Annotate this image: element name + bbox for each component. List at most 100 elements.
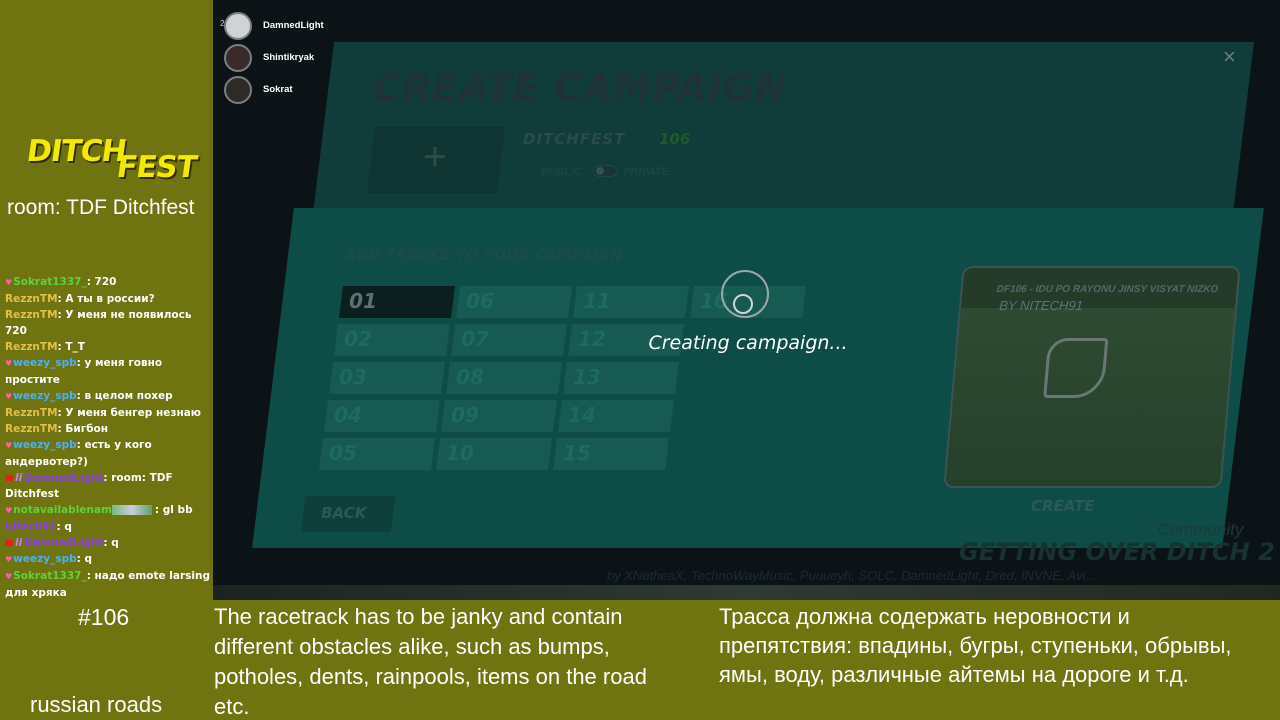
track-slot-08[interactable]: 08 [446,362,562,394]
track-slot-number: 06 [466,289,494,313]
chat-username[interactable]: RezznTM [5,309,58,321]
chat-username[interactable]: weezy_spb [13,390,76,402]
player-row: Shintikryak [220,44,420,74]
chat-text: : q [103,537,119,549]
ditchfest-logo: DITCH FEST [25,134,199,185]
track-slot-number: 08 [456,365,484,389]
chat-text: : T_T [57,341,85,353]
track-slot-number: 13 [573,365,601,389]
youtube-badge-icon [5,540,13,546]
chat-text: : 720 [86,276,117,288]
chat-text: : Бигбон [57,423,109,435]
track-slot-05[interactable]: 05 [319,438,435,470]
chat-message: li DamnedLight: room: TDF Ditchfest [5,470,210,502]
track-slot-02[interactable]: 02 [334,324,450,356]
track-slot-number: 14 [568,403,596,427]
episode-theme: russian roads [30,692,163,717]
track-slot-number: 04 [334,403,362,427]
chat-username[interactable]: DamnedLight [24,537,103,549]
player-row: 2 DamnedLight [220,12,420,42]
avatar [224,76,252,104]
track-slot-07[interactable]: 07 [451,324,567,356]
chat-username[interactable]: Sokrat1337_ [13,276,87,288]
track-slot-15[interactable]: 15 [553,438,669,470]
chat-text: : А ты в россии? [57,293,155,305]
player-name: Sokrat [263,84,293,95]
track-slot-03[interactable]: 03 [329,362,445,394]
track-slot-number: 12 [578,327,606,351]
track-slot-10[interactable]: 10 [436,438,552,470]
chat-message: ♥Sokrat1337_: 720 [5,274,210,291]
stream-sidebar: DITCH FEST room: TDF Ditchfest ♥Sokrat13… [0,0,213,615]
track-slot-number: 01 [349,289,377,313]
watermark-community: : Community [1148,520,1244,539]
chat-username[interactable]: notavailablenam [13,504,112,516]
chat-message: RezznTM: T_T [5,339,210,355]
track-preview: DF106 - IDU PO RAYONU JINSY VISYAT NIZKO… [943,266,1241,488]
chat-text: : в целом похер [76,390,173,402]
heart-badge-icon: ♥ [5,359,13,368]
track-slot-09[interactable]: 09 [441,400,557,432]
chat-message: ♥Sokrat1337_: надо emote larsing для хря… [5,568,210,601]
chat-username[interactable]: RezznTM [5,341,58,353]
ground-strip [213,585,1280,600]
member-badge-icon: li [15,537,23,549]
track-slot-number: 11 [583,289,611,313]
chat-username[interactable]: weezy_spb [13,357,76,369]
heart-badge-icon: ♥ [5,506,13,515]
player-row: Sokrat [220,76,420,106]
chat-username[interactable]: Sokrat1337_ [13,570,87,582]
back-button[interactable]: BACK [300,496,396,532]
chat-username[interactable]: weezy_spb [13,553,76,565]
track-slot-number: 03 [339,365,367,389]
member-badge-icon: li [15,472,23,484]
track-slot-number: 09 [451,403,479,427]
track-slot-number: 05 [329,441,357,465]
chat-text: : gl bb [154,504,193,516]
loading-spinner-dot-icon [733,294,753,314]
track-slot-06[interactable]: 06 [456,286,572,318]
avatar [224,12,252,40]
chat-message: ♥weezy_spb: q [5,551,210,568]
chat-message: RezznTM: Бигбон [5,421,210,437]
track-slot-14[interactable]: 14 [558,400,674,432]
rules-russian: Трасса должна содержать неровности и пре… [719,604,1232,687]
watermark-game-title: GETTING OVER DITCH 2 [959,538,1275,566]
track-slot-04[interactable]: 04 [324,400,440,432]
chat-username[interactable]: nitech91 [5,521,57,533]
preview-track-title: DF106 - IDU PO RAYONU JINSY VISYAT NIZKO [996,284,1219,295]
chat-text: : q [56,521,72,533]
heart-badge-icon: ♥ [5,392,13,401]
chat-username[interactable]: RezznTM [5,293,58,305]
loading-message: Creating campaign... [648,332,848,354]
room-label: room: TDF Ditchfest [7,196,195,219]
chat-message: ♥weezy_spb: в целом похер [5,388,210,405]
back-button-label: BACK [321,504,367,522]
preview-track-author: BY NITECH91 [998,298,1084,313]
track-slot-number: 15 [563,441,591,465]
track-slot-number: 10 [446,441,474,465]
track-slot-01[interactable]: 01 [339,286,455,318]
chat-message: RezznTM: У меня не появилось 720 [5,307,210,339]
chat-text: : q [76,553,92,565]
heart-badge-icon: ♥ [5,441,13,450]
watermark-credits: by XNetheaX, TechnoWayMusic, Puuueyh, SO… [607,568,1097,583]
track-slot-number: 07 [461,327,489,351]
chat-username[interactable]: RezznTM [5,407,58,419]
chat-username[interactable]: weezy_spb [13,439,76,451]
create-button[interactable]: CREATE [1031,497,1094,515]
youtube-badge-icon [5,475,13,481]
heart-badge-icon: ♥ [5,555,13,564]
chat-username[interactable]: DamnedLight [24,472,103,484]
chat-username[interactable]: RezznTM [5,423,58,435]
player-name: DamnedLight [263,20,324,31]
chat-message: RezznTM: А ты в россии? [5,291,210,307]
heart-badge-icon: ♥ [5,278,13,287]
episode-number: #106 [78,604,130,630]
chat-message: nitech91: q [5,519,210,535]
track-slot-13[interactable]: 13 [563,362,679,394]
preview-image [945,308,1236,488]
track-slot-11[interactable]: 11 [573,286,689,318]
heart-badge-icon: ♥ [5,572,13,581]
chat-message: RezznTM: У меня бенгер незнаю [5,405,210,421]
